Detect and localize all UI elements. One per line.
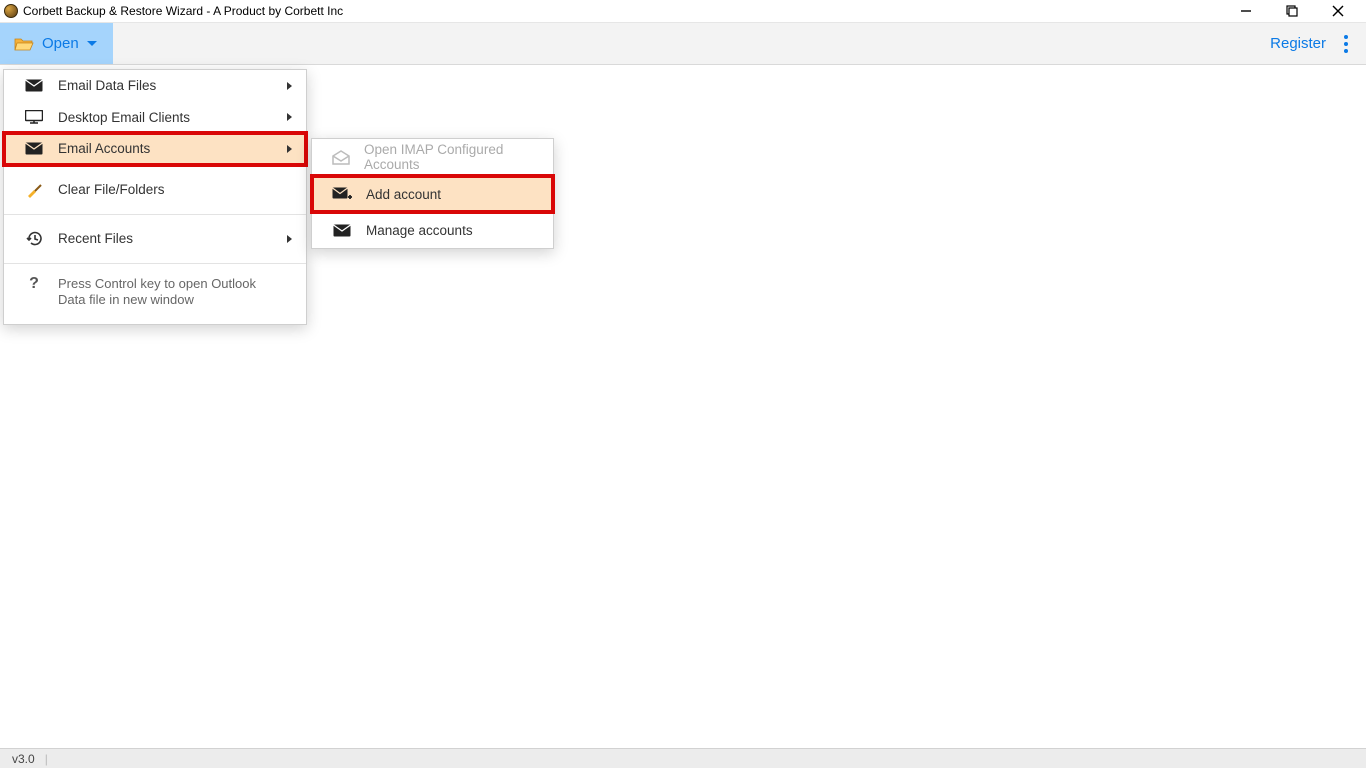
- window-controls: [1232, 1, 1362, 21]
- menu-item-recent-files[interactable]: Recent Files: [4, 215, 306, 263]
- open-menu-button[interactable]: Open: [0, 23, 113, 64]
- close-button[interactable]: [1324, 1, 1352, 21]
- menu-item-desktop-clients[interactable]: Desktop Email Clients: [4, 102, 306, 134]
- version-label: v3.0: [12, 752, 35, 766]
- menu-item-label: Clear File/Folders: [58, 182, 165, 197]
- menu-item-label: Email Accounts: [58, 141, 150, 156]
- submenu-label: Add account: [366, 187, 441, 202]
- history-icon: [24, 231, 44, 247]
- submenu-label: Manage accounts: [366, 223, 473, 238]
- broom-icon: [24, 182, 44, 198]
- menu-item-email-data-files[interactable]: Email Data Files: [4, 70, 306, 102]
- envelope-icon: [332, 222, 352, 238]
- submenu-open-imap: Open IMAP Configured Accounts: [312, 139, 553, 175]
- submenu-manage-accounts[interactable]: Manage accounts: [312, 212, 553, 248]
- titlebar: Corbett Backup & Restore Wizard - A Prod…: [0, 0, 1366, 22]
- folder-open-icon: [14, 36, 34, 52]
- monitor-icon: [24, 109, 44, 125]
- minimize-button[interactable]: [1232, 1, 1260, 21]
- envelope-icon: [24, 141, 44, 157]
- menu-item-label: Email Data Files: [58, 78, 156, 93]
- menu-item-email-accounts[interactable]: Email Accounts: [4, 133, 306, 165]
- open-menu-label: Open: [42, 35, 79, 52]
- app-icon: [4, 4, 18, 18]
- open-dropdown-menu: Email Data Files Desktop Email Clients E…: [3, 69, 307, 325]
- kebab-menu-button[interactable]: [1344, 29, 1348, 59]
- envelope-icon: [24, 78, 44, 94]
- chevron-down-icon: [87, 41, 97, 46]
- maximize-button[interactable]: [1278, 1, 1306, 21]
- menu-item-label: Desktop Email Clients: [58, 110, 190, 125]
- menu-hint: ? Press Control key to open Outlook Data…: [4, 264, 306, 324]
- email-accounts-submenu: Open IMAP Configured Accounts Add accoun…: [311, 138, 554, 249]
- statusbar-divider: |: [45, 752, 48, 766]
- menu-item-label: Recent Files: [58, 231, 133, 246]
- question-icon: ?: [24, 276, 44, 292]
- envelope-open-icon: [332, 149, 350, 165]
- submenu-label: Open IMAP Configured Accounts: [364, 142, 539, 172]
- status-bar: v3.0 |: [0, 748, 1366, 768]
- register-link[interactable]: Register: [1270, 35, 1326, 52]
- menu-item-clear-file-folders[interactable]: Clear File/Folders: [4, 166, 306, 214]
- menu-hint-text: Press Control key to open Outlook Data f…: [58, 276, 278, 310]
- window-title: Corbett Backup & Restore Wizard - A Prod…: [23, 4, 343, 18]
- main-toolbar: Open Register: [0, 22, 1366, 65]
- submenu-add-account[interactable]: Add account: [312, 176, 553, 212]
- envelope-plus-icon: [332, 186, 352, 202]
